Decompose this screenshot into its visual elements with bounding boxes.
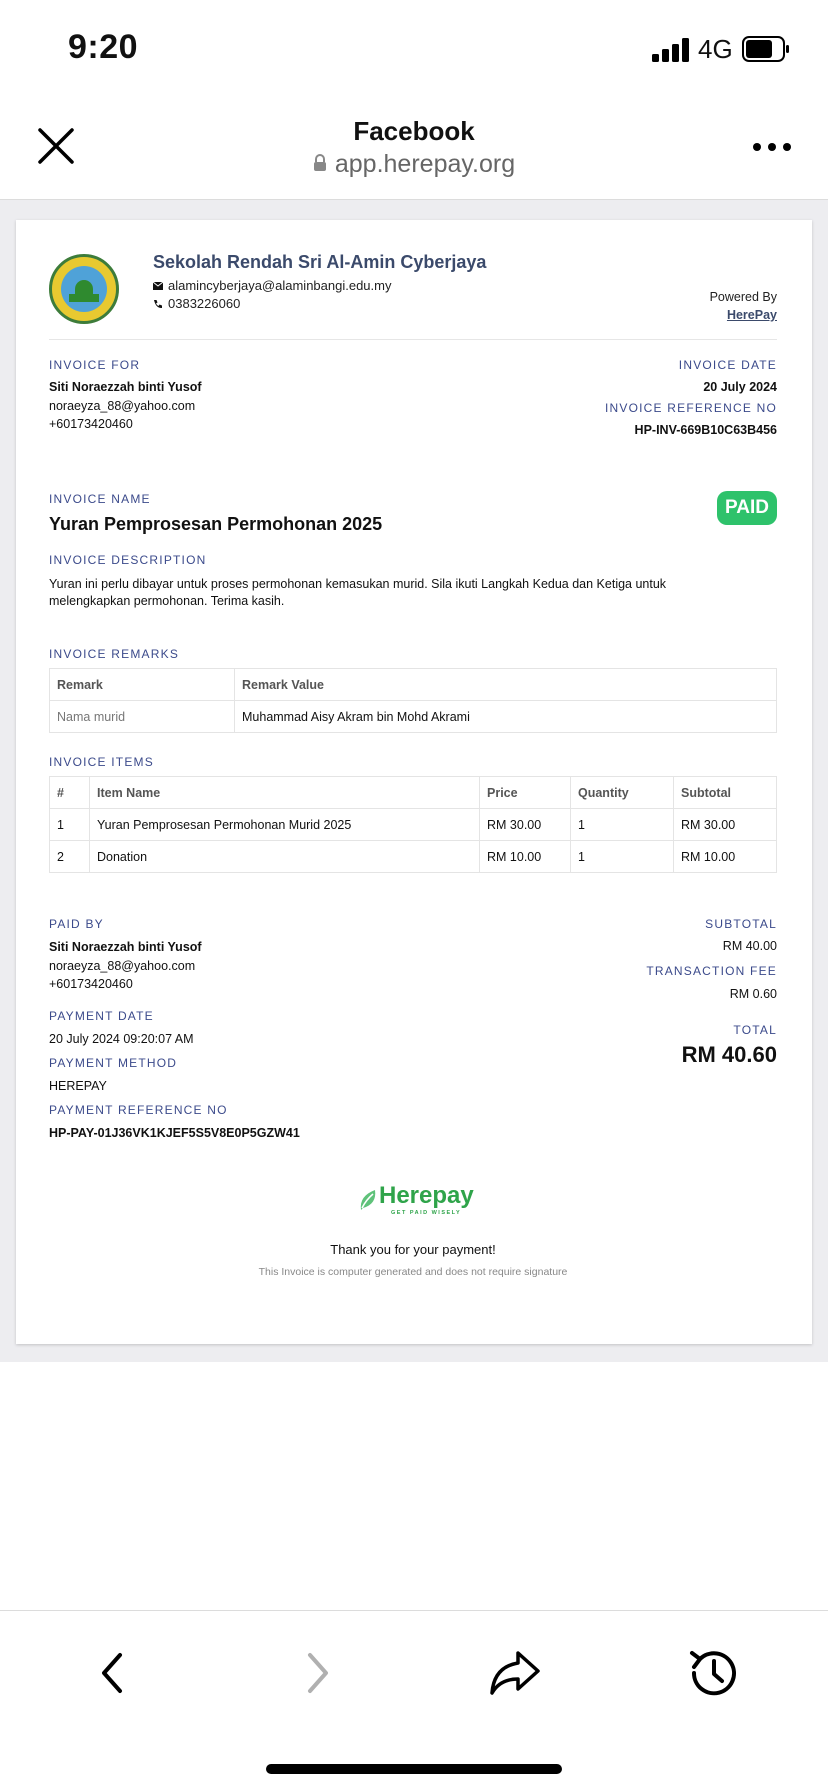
paid-by-label: PAID BY — [49, 917, 104, 931]
transaction-fee-label: TRANSACTION FEE — [646, 964, 777, 978]
payment-date-value: 20 July 2024 09:20:07 AM — [49, 1032, 194, 1046]
invoice-for-label: INVOICE FOR — [49, 358, 141, 372]
table-row: 1 Yuran Pemprosesan Permohonan Murid 202… — [49, 808, 777, 841]
table-cell: 2 — [49, 840, 90, 873]
subtotal-label: SUBTOTAL — [705, 917, 777, 931]
total-label: TOTAL — [733, 1023, 777, 1037]
school-email: alamincyberjaya@alaminbangi.edu.my — [153, 278, 391, 293]
paid-by-name: Siti Noraezzah binti Yusof — [49, 940, 202, 954]
invoice-name-value: Yuran Pemprosesan Permohonan 2025 — [49, 514, 383, 534]
invoice-for-name: Siti Noraezzah binti Yusof — [49, 380, 202, 394]
invoice-name-label: INVOICE NAME — [49, 492, 151, 506]
invoice-date-value: 20 July 2024 — [703, 380, 777, 394]
invoice-items-label: INVOICE ITEMS — [49, 755, 154, 769]
page-title: Facebook — [353, 116, 475, 146]
lock-icon — [313, 154, 326, 172]
herepay-tagline: GET PAID WISELY — [391, 1210, 462, 1216]
herepay-link[interactable]: HerePay — [710, 306, 777, 324]
signature-note: This Invoice is computer generated and d… — [258, 1266, 568, 1278]
table-cell: RM 10.00 — [673, 840, 777, 873]
table-cell: RM 10.00 — [479, 840, 571, 873]
table-row: 2 Donation RM 10.00 1 RM 10.00 — [49, 840, 777, 873]
table-cell: RM 30.00 — [479, 808, 571, 841]
table-header: Remark Value — [234, 668, 777, 701]
table-cell: Muhammad Aisy Akram bin Mohd Akrami — [234, 700, 777, 733]
logo-emblem — [61, 266, 107, 312]
share-icon[interactable] — [484, 1643, 544, 1703]
url-text: app.herepay.org — [334, 150, 516, 178]
table-header-row: # Item Name Price Quantity Subtotal — [49, 776, 777, 809]
school-phone: 0383226060 — [153, 296, 240, 311]
status-badge: PAID — [717, 491, 777, 525]
thank-you-text: Thank you for your payment! — [330, 1242, 496, 1257]
table-header: Quantity — [570, 776, 674, 809]
school-name: Sekolah Rendah Sri Al-Amin Cyberjaya — [153, 252, 487, 272]
payment-method-label: PAYMENT METHOD — [49, 1056, 178, 1070]
invoice-content: Sekolah Rendah Sri Al-Amin Cyberjaya ala… — [49, 220, 777, 1344]
invoice-ref-label: INVOICE REFERENCE NO — [604, 401, 777, 415]
powered-by-label: Powered By — [709, 290, 777, 304]
url-display[interactable]: app.herepay.org — [0, 150, 828, 179]
invoice-remarks-label: INVOICE REMARKS — [49, 647, 180, 661]
battery-icon — [742, 36, 789, 62]
home-indicator[interactable] — [266, 1764, 562, 1774]
header-divider — [49, 339, 777, 340]
herepay-logo: Herepay GET PAID WISELY — [357, 1182, 477, 1218]
invoice-description-value: Yuran ini perlu dibayar untuk proses per… — [49, 577, 667, 608]
invoice-for-phone: +60173420460 — [49, 417, 133, 431]
browser-header: Facebook app.herepay.org — [0, 96, 828, 200]
remarks-table: Remark Remark Value Nama murid Muhammad … — [49, 668, 777, 733]
school-logo — [49, 254, 119, 324]
table-cell: 1 — [570, 840, 674, 873]
table-cell: 1 — [570, 808, 674, 841]
phone-icon — [154, 299, 162, 308]
table-cell: Donation — [89, 840, 480, 873]
powered-by: Powered By HerePay — [710, 288, 777, 324]
table-cell: Nama murid — [49, 700, 235, 733]
table-header: Price — [479, 776, 571, 809]
payment-date-label: PAYMENT DATE — [49, 1009, 154, 1023]
more-icon[interactable] — [752, 142, 792, 152]
table-header-row: Remark Remark Value — [49, 668, 777, 701]
invoice-date-label: INVOICE DATE — [678, 358, 777, 372]
status-bar: 9:20 4G — [0, 0, 828, 96]
invoice-ref-value: HP-INV-669B10C63B456 — [634, 423, 777, 437]
history-icon[interactable] — [682, 1643, 742, 1703]
total-value: RM 40.60 — [681, 1042, 777, 1067]
herepay-leaf-icon — [360, 1190, 376, 1210]
payment-ref-value: HP-PAY-01J36VK1KJEF5S5V8E0P5GZW41 — [49, 1126, 300, 1140]
signal-icon — [652, 38, 689, 62]
paid-by-phone: +60173420460 — [49, 977, 133, 991]
subtotal-value: RM 40.00 — [722, 939, 777, 953]
table-header: Subtotal — [673, 776, 777, 809]
envelope-icon — [153, 281, 163, 290]
table-cell: 1 — [49, 808, 90, 841]
transaction-fee-value: RM 0.60 — [729, 987, 777, 1001]
status-time: 9:20 — [68, 28, 139, 66]
table-cell: RM 30.00 — [673, 808, 777, 841]
back-icon[interactable] — [84, 1643, 144, 1703]
table-row: Nama murid Muhammad Aisy Akram bin Mohd … — [49, 700, 777, 733]
forward-icon[interactable] — [286, 1643, 346, 1703]
items-table: # Item Name Price Quantity Subtotal 1 Yu… — [49, 776, 777, 873]
table-cell: Yuran Pemprosesan Permohonan Murid 2025 — [89, 808, 480, 841]
invoice-for-email: noraeyza_88@yahoo.com — [49, 399, 196, 413]
invoice-card: Sekolah Rendah Sri Al-Amin Cyberjaya ala… — [16, 220, 812, 1344]
paid-by-email: noraeyza_88@yahoo.com — [49, 959, 196, 973]
invoice-description-label: INVOICE DESCRIPTION — [49, 553, 207, 567]
table-header: Remark — [49, 668, 235, 701]
table-header: Item Name — [89, 776, 480, 809]
mosque-base-icon — [69, 294, 99, 302]
payment-ref-label: PAYMENT REFERENCE NO — [49, 1103, 228, 1117]
payment-method-value: HEREPAY — [49, 1079, 107, 1093]
network-label: 4G — [698, 34, 733, 64]
table-header: # — [49, 776, 90, 809]
herepay-logo-text: Herepay — [379, 1182, 474, 1209]
